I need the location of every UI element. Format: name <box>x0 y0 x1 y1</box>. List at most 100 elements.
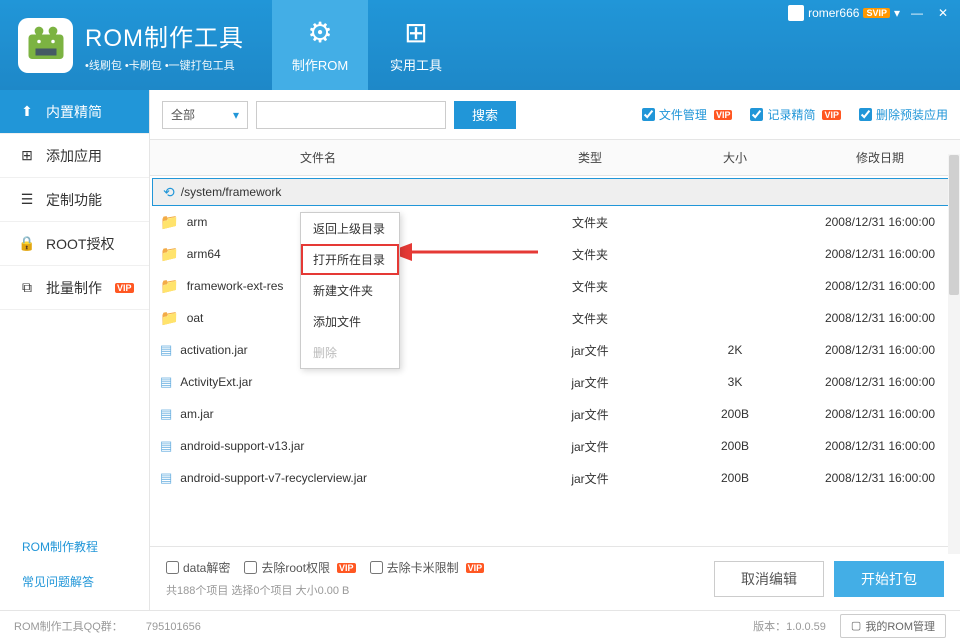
user-account[interactable]: romer666 SVIP ▾ <box>788 5 900 21</box>
chevron-down-icon: ▾ <box>894 6 900 20</box>
check-label: 文件管理 <box>659 106 707 123</box>
col-date[interactable]: 修改日期 <box>800 149 960 166</box>
folder-icon: 📁 <box>160 245 179 263</box>
ctx-item-1[interactable]: 打开所在目录 <box>301 244 399 275</box>
sidebar-item-label: ROOT授权 <box>46 234 114 254</box>
close-button[interactable]: ✕ <box>934 4 952 22</box>
bottom-check-2[interactable]: 去除卡米限制 VIP <box>370 559 485 576</box>
sidebar-item-1[interactable]: ⊞ 添加应用 <box>0 134 149 178</box>
file-name: oat <box>187 311 204 325</box>
ctx-item-2[interactable]: 新建文件夹 <box>301 275 399 306</box>
checkbox[interactable] <box>642 108 655 121</box>
file-size: 3K <box>670 375 800 389</box>
path-bar[interactable]: ⟲ /system/framework <box>152 178 954 206</box>
sidebar-item-2[interactable]: ☰ 定制功能 <box>0 178 149 222</box>
checkbox[interactable] <box>859 108 872 121</box>
col-filename[interactable]: 文件名 <box>150 149 510 166</box>
sidebar-item-label: 批量制作 <box>46 278 102 298</box>
col-type[interactable]: 类型 <box>510 149 670 166</box>
vip-badge: VIP <box>115 283 134 293</box>
file-icon: ▤ <box>160 470 172 486</box>
toolbar-check-2[interactable]: 删除预装应用 <box>859 106 948 123</box>
bottom-check-1[interactable]: 去除root权限 VIP <box>244 559 355 576</box>
toolbar: 全部 ▾ 搜索 文件管理 VIP 记录精简 VIP 删除预装应用 <box>150 90 960 140</box>
search-input[interactable] <box>256 101 446 129</box>
nav-tab-label: 实用工具 <box>390 55 442 74</box>
search-button[interactable]: 搜索 <box>454 101 516 129</box>
toolbar-check-1[interactable]: 记录精简 VIP <box>750 106 841 123</box>
sidebar-item-label: 定制功能 <box>46 190 102 210</box>
filter-dropdown[interactable]: 全部 ▾ <box>162 101 248 129</box>
sidebar: ⬆ 内置精简 ⊞ 添加应用 ☰ 定制功能 🔒 ROOT授权 ⧉ 批量制作 VIP… <box>0 90 150 610</box>
file-name: android-support-v13.jar <box>180 439 304 453</box>
nav-tab-label: 制作ROM <box>292 55 348 74</box>
minimize-button[interactable]: — <box>908 4 926 22</box>
file-name: activation.jar <box>180 343 247 357</box>
file-row[interactable]: ▤ android-support-v13.jar jar文件 200B 200… <box>150 430 960 462</box>
ctx-item-3[interactable]: 添加文件 <box>301 306 399 337</box>
cancel-button[interactable]: 取消编辑 <box>714 561 824 597</box>
file-size: 2K <box>670 343 800 357</box>
checkbox[interactable] <box>750 108 763 121</box>
toolbar-check-0[interactable]: 文件管理 VIP <box>642 106 733 123</box>
qq-value[interactable]: 795101656 <box>146 621 201 633</box>
rom-manage-button[interactable]: ▢ 我的ROM管理 <box>840 614 946 638</box>
checkbox[interactable] <box>370 561 383 574</box>
check-label: data解密 <box>183 559 230 576</box>
lock-icon: 🔒 <box>18 235 36 252</box>
file-row[interactable]: 📁 arm64 文件夹 2008/12/31 16:00:00 <box>150 238 960 270</box>
check-label: 去除卡米限制 <box>387 559 459 576</box>
sidebar-item-3[interactable]: 🔒 ROOT授权 <box>0 222 149 266</box>
file-row[interactable]: 📁 framework-ext-res 文件夹 2008/12/31 16:00… <box>150 270 960 302</box>
file-icon: ▤ <box>160 342 172 358</box>
file-row[interactable]: 📁 oat 文件夹 2008/12/31 16:00:00 <box>150 302 960 334</box>
scroll-thumb[interactable] <box>949 155 959 295</box>
vip-badge: VIP <box>466 563 485 573</box>
gear-icon: ⚙ <box>307 16 332 49</box>
file-date: 2008/12/31 16:00:00 <box>800 311 960 325</box>
file-row[interactable]: 📁 arm 文件夹 2008/12/31 16:00:00 <box>150 206 960 238</box>
edit-box-icon: ☰ <box>18 191 36 208</box>
status-bar: ROM制作工具QQ群： 795101656 版本：1.0.0.59 ▢ 我的RO… <box>0 610 960 640</box>
file-type: jar文件 <box>510 342 670 359</box>
file-type: 文件夹 <box>510 310 670 327</box>
app-subtitle: •线刷包 •卡刷包 •一键打包工具 <box>85 57 244 73</box>
stats-label: 共188个项目 选择0个项目 大小0.00 B <box>166 582 484 598</box>
file-icon: ▤ <box>160 374 172 390</box>
file-row[interactable]: ▤ ActivityExt.jar jar文件 3K 2008/12/31 16… <box>150 366 960 398</box>
file-type: jar文件 <box>510 374 670 391</box>
file-row[interactable]: ▤ am.jar jar文件 200B 2008/12/31 16:00:00 <box>150 398 960 430</box>
help-link-0[interactable]: ROM制作教程 <box>22 538 149 555</box>
back-icon[interactable]: ⟲ <box>163 184 175 201</box>
box-icon: ▢ <box>851 619 861 632</box>
nav-tab-0[interactable]: ⚙ 制作ROM <box>272 0 368 90</box>
table-header: 文件名 类型 大小 修改日期 <box>150 140 960 176</box>
checkbox[interactable] <box>166 561 179 574</box>
file-row[interactable]: ▤ android-support-v7-recyclerview.jar ja… <box>150 462 960 494</box>
plus-box-icon: ⊞ <box>18 147 36 164</box>
upload-icon: ⬆ <box>18 103 36 120</box>
file-size: 200B <box>670 439 800 453</box>
sidebar-item-4[interactable]: ⧉ 批量制作 VIP <box>0 266 149 310</box>
file-type: 文件夹 <box>510 246 670 263</box>
file-row[interactable]: ▤ activation.jar jar文件 2K 2008/12/31 16:… <box>150 334 960 366</box>
folder-icon: 📁 <box>160 309 179 327</box>
help-link-1[interactable]: 常见问题解答 <box>22 573 149 590</box>
bottom-check-0[interactable]: data解密 <box>166 559 230 576</box>
file-name: android-support-v7-recyclerview.jar <box>180 471 367 485</box>
scrollbar[interactable] <box>948 154 960 554</box>
checkbox[interactable] <box>244 561 257 574</box>
vip-badge: SVIP <box>863 8 890 18</box>
chevron-down-icon: ▾ <box>233 108 239 122</box>
file-date: 2008/12/31 16:00:00 <box>800 279 960 293</box>
col-size[interactable]: 大小 <box>670 149 800 166</box>
sidebar-item-0[interactable]: ⬆ 内置精简 <box>0 90 149 134</box>
start-pack-button[interactable]: 开始打包 <box>834 561 944 597</box>
batch-icon: ⧉ <box>18 279 36 296</box>
qq-label: ROM制作工具QQ群： <box>14 621 123 633</box>
nav-tab-1[interactable]: ⊞ 实用工具 <box>368 0 464 90</box>
file-type: jar文件 <box>510 438 670 455</box>
sidebar-item-label: 内置精简 <box>46 102 102 122</box>
file-icon: ▤ <box>160 438 172 454</box>
ctx-item-0[interactable]: 返回上级目录 <box>301 213 399 244</box>
